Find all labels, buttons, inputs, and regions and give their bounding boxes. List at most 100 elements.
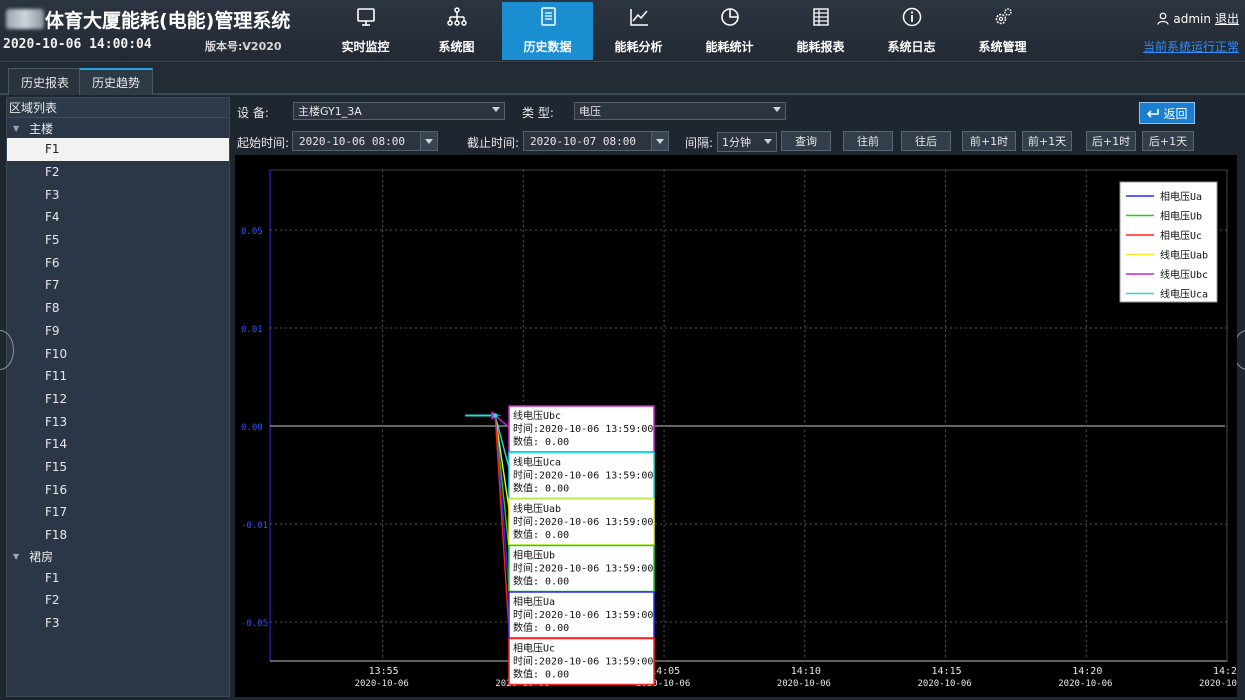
nav-item-system-admin[interactable]: 系统管理 bbox=[957, 2, 1048, 60]
tree-item[interactable]: F11 bbox=[7, 365, 229, 388]
start-time-label: 起始时间: bbox=[237, 136, 290, 150]
device-select[interactable]: 主楼GY1_3A bbox=[293, 102, 505, 120]
tree-item[interactable]: F1 bbox=[7, 138, 229, 161]
nav-label: 系统管理 bbox=[978, 40, 1027, 54]
tree-item[interactable]: F17 bbox=[7, 501, 229, 524]
username: admin bbox=[1173, 11, 1211, 26]
plot-area-border bbox=[269, 169, 1228, 662]
nav-item-system-diagram[interactable]: 系统图 bbox=[411, 2, 502, 60]
nav-item-realtime[interactable]: 实时监控 bbox=[320, 2, 411, 60]
blurred-logo bbox=[6, 9, 44, 29]
nav-item-energy-report[interactable]: 能耗报表 bbox=[775, 2, 866, 60]
legend-label: 相电压Ub bbox=[1160, 210, 1202, 223]
tree-group-label: 裙房 bbox=[29, 549, 54, 564]
legend-label: 线电压Ubc bbox=[1160, 268, 1208, 281]
legend-label: 线电压Uab bbox=[1160, 249, 1208, 262]
tab-history-report[interactable]: 历史报表 bbox=[8, 68, 83, 95]
tree-item[interactable]: F4 bbox=[7, 206, 229, 229]
x-tick-time: 14:10 bbox=[791, 666, 821, 677]
prev-button[interactable]: 往前 bbox=[843, 131, 893, 151]
next-day-button[interactable]: 后+1天 bbox=[1142, 131, 1194, 151]
area-list-sidebar: 区域列表 ▼ 主楼 F1 F2 F3 F4 F5 F6 F7 F8 F9 F10 F11 F12 F13… bbox=[6, 97, 230, 697]
interval-select[interactable]: 1分钟 bbox=[717, 132, 777, 152]
series-point bbox=[493, 413, 498, 418]
x-tick-time: 14:20 bbox=[1072, 666, 1102, 677]
main-nav: 实时监控 系统图 历史数据 能耗分析 能耗统计 能耗报表 系统日志 系统管理 bbox=[320, 2, 1048, 60]
document-icon bbox=[540, 7, 556, 26]
tree-group-main-building[interactable]: ▼ 主楼 bbox=[7, 118, 229, 138]
tree-item[interactable]: F16 bbox=[7, 478, 229, 501]
trend-chart[interactable]: 0.05 0.01 0.00 -0.01 -0.05 13:55 2020-10-06 14:… bbox=[235, 155, 1237, 697]
nav-item-system-log[interactable]: 系统日志 bbox=[866, 2, 957, 60]
calendar-dropdown-icon[interactable] bbox=[420, 132, 437, 150]
tooltip-series-name: 相电压Ub bbox=[513, 549, 555, 562]
nav-item-energy-stats[interactable]: 能耗统计 bbox=[684, 2, 775, 60]
tree-item[interactable]: F3 bbox=[7, 183, 229, 206]
tree-item[interactable]: F14 bbox=[7, 433, 229, 456]
tooltip-value: 数值: 0.00 bbox=[513, 668, 569, 681]
tooltip-value: 数值: 0.00 bbox=[513, 482, 569, 495]
tree-item[interactable]: F3 bbox=[7, 612, 229, 635]
type-value: 电压 bbox=[579, 105, 601, 118]
info-icon bbox=[902, 7, 921, 27]
tab-bar: 历史报表 历史趋势 bbox=[0, 63, 1245, 95]
start-time-input[interactable]: 2020-10-06 08:00 bbox=[292, 131, 438, 151]
x-tick-date: 2020-10-06 bbox=[1058, 679, 1112, 689]
logout-link[interactable]: 退出 bbox=[1215, 10, 1239, 27]
sitemap-icon bbox=[446, 7, 467, 26]
tree-item[interactable]: F18 bbox=[7, 524, 229, 547]
tree-item[interactable]: F10 bbox=[7, 342, 229, 365]
tooltip-value: 数值: 0.00 bbox=[513, 621, 569, 634]
legend-label: 相电压Ua bbox=[1160, 190, 1202, 203]
nav-label: 系统图 bbox=[438, 40, 475, 54]
tree-item[interactable]: F1 bbox=[7, 566, 229, 589]
tooltip-time: 时间:2020-10-06 13:59:00 bbox=[513, 562, 653, 575]
next-button[interactable]: 往后 bbox=[901, 131, 951, 151]
calendar-dropdown-icon[interactable] bbox=[651, 132, 668, 150]
tree-item[interactable]: F2 bbox=[7, 589, 229, 612]
x-tick-time: 14:25 bbox=[1213, 666, 1237, 677]
tree-item[interactable]: F8 bbox=[7, 297, 229, 320]
end-time-input[interactable]: 2020-10-07 08:00 bbox=[523, 131, 669, 151]
x-tick-date: 2020-10-06 bbox=[777, 679, 831, 689]
y-tick-label: 0.00 bbox=[241, 423, 263, 433]
tree-item[interactable]: F13 bbox=[7, 410, 229, 433]
tree-item[interactable]: F2 bbox=[7, 161, 229, 184]
tree-item[interactable]: F5 bbox=[7, 229, 229, 252]
tooltip-time: 时间:2020-10-06 13:59:00 bbox=[513, 515, 653, 528]
tree-group-podium[interactable]: ▼ 裙房 bbox=[7, 546, 229, 566]
y-tick-label: -0.05 bbox=[241, 619, 268, 629]
tooltip-time: 时间:2020-10-06 13:59:00 bbox=[513, 422, 653, 435]
tab-history-trend[interactable]: 历史趋势 bbox=[79, 68, 154, 95]
version-label: 版本号:V2020 bbox=[205, 40, 282, 53]
prev-day-button[interactable]: 前+1天 bbox=[1022, 131, 1072, 151]
nav-item-energy-analysis[interactable]: 能耗分析 bbox=[593, 2, 684, 60]
tooltip-series-name: 线电压Uca bbox=[513, 456, 561, 469]
x-tick-date: 2020-10-06 bbox=[918, 679, 972, 689]
app-title: 体育大厦能耗(电能)管理系统 bbox=[45, 10, 291, 32]
x-tick-date: 2020-10-06 bbox=[355, 679, 409, 689]
nav-label: 能耗报表 bbox=[796, 40, 845, 54]
tree-item[interactable]: F9 bbox=[7, 320, 229, 343]
system-status-link[interactable]: 当前系统运行正常 bbox=[1143, 38, 1239, 55]
type-select[interactable]: 电压 bbox=[574, 102, 786, 120]
tree-item[interactable]: F12 bbox=[7, 388, 229, 411]
next-hour-button[interactable]: 后+1时 bbox=[1086, 131, 1136, 151]
trend-chart-svg[interactable]: 0.05 0.01 0.00 -0.01 -0.05 13:55 2020-10-06 14:… bbox=[235, 155, 1237, 697]
tree-item[interactable]: F7 bbox=[7, 274, 229, 297]
interval-label: 间隔: bbox=[685, 136, 714, 150]
end-time-value: 2020-10-07 08:00 bbox=[530, 134, 636, 148]
query-button[interactable]: 查询 bbox=[781, 131, 831, 151]
tree-item[interactable]: F15 bbox=[7, 456, 229, 479]
nav-label: 实时监控 bbox=[341, 40, 390, 54]
legend-label: 线电压Uca bbox=[1160, 288, 1208, 301]
nav-item-history-data[interactable]: 历史数据 bbox=[502, 2, 593, 60]
back-button[interactable]: 返回 bbox=[1139, 102, 1195, 124]
user-icon bbox=[1157, 12, 1169, 25]
tree-item[interactable]: F6 bbox=[7, 251, 229, 274]
pie-chart-icon bbox=[720, 8, 739, 26]
tooltip-series-name: 相电压Ua bbox=[513, 595, 555, 608]
prev-hour-button[interactable]: 前+1时 bbox=[962, 131, 1016, 151]
type-label: 类 型: bbox=[522, 106, 554, 120]
chevron-down-icon bbox=[764, 139, 772, 144]
